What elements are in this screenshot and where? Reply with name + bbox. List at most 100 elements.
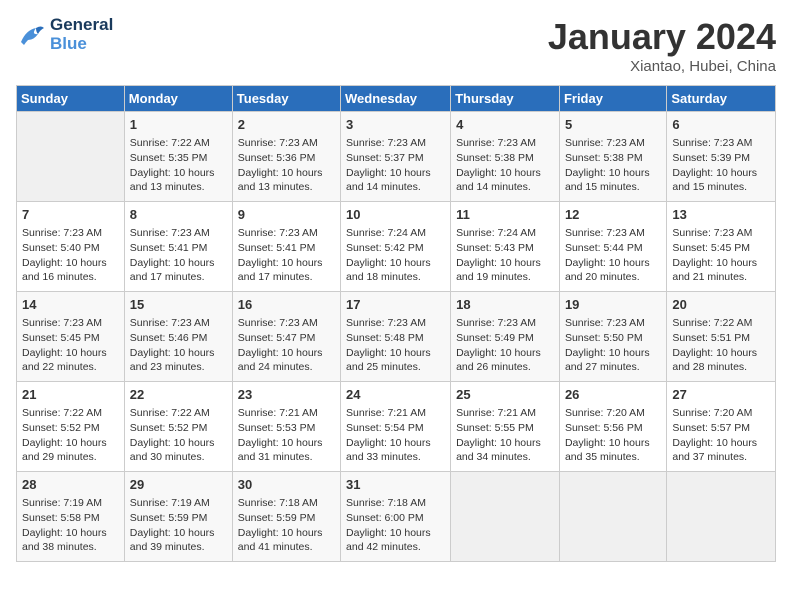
day-info: Sunrise: 7:23 AM Sunset: 5:39 PM Dayligh… [672,137,757,193]
day-number: 24 [346,386,445,404]
day-info: Sunrise: 7:22 AM Sunset: 5:51 PM Dayligh… [672,317,757,373]
day-info: Sunrise: 7:23 AM Sunset: 5:48 PM Dayligh… [346,317,431,373]
calendar-week-row: 21 Sunrise: 7:22 AM Sunset: 5:52 PM Dayli… [17,382,776,472]
day-info: Sunrise: 7:23 AM Sunset: 5:38 PM Dayligh… [456,137,541,193]
calendar-cell: 27 Sunrise: 7:20 AM Sunset: 5:57 PM Dayli… [667,382,776,472]
calendar-cell: 9 Sunrise: 7:23 AM Sunset: 5:41 PM Daylig… [232,202,340,292]
calendar-cell: 21 Sunrise: 7:22 AM Sunset: 5:52 PM Dayli… [17,382,125,472]
calendar-cell: 15 Sunrise: 7:23 AM Sunset: 5:46 PM Dayli… [124,292,232,382]
day-number: 31 [346,476,445,494]
day-info: Sunrise: 7:23 AM Sunset: 5:45 PM Dayligh… [672,227,757,283]
calendar-cell: 18 Sunrise: 7:23 AM Sunset: 5:49 PM Dayli… [451,292,560,382]
calendar-cell: 1 Sunrise: 7:22 AM Sunset: 5:35 PM Daylig… [124,112,232,202]
calendar-cell: 24 Sunrise: 7:21 AM Sunset: 5:54 PM Dayli… [341,382,451,472]
weekday-header: Sunday [17,86,125,112]
day-info: Sunrise: 7:23 AM Sunset: 5:38 PM Dayligh… [565,137,650,193]
calendar-cell: 12Sunrise: 7:23 AM Sunset: 5:44 PM Dayli… [559,202,666,292]
calendar-cell [559,472,666,562]
calendar-cell: 14Sunrise: 7:23 AM Sunset: 5:45 PM Dayli… [17,292,125,382]
day-info: Sunrise: 7:19 AM Sunset: 5:59 PM Dayligh… [130,497,215,553]
weekday-header: Thursday [451,86,560,112]
calendar-cell: 20 Sunrise: 7:22 AM Sunset: 5:51 PM Dayli… [667,292,776,382]
day-number: 18 [456,296,554,314]
day-number: 21 [22,386,119,404]
calendar-week-row: 1 Sunrise: 7:22 AM Sunset: 5:35 PM Daylig… [17,112,776,202]
day-number: 5 [565,116,661,134]
day-info: Sunrise: 7:23 AM Sunset: 5:50 PM Dayligh… [565,317,650,373]
day-number: 25 [456,386,554,404]
day-number: 30 [238,476,335,494]
day-number: 2 [238,116,335,134]
day-number: 20 [672,296,770,314]
calendar-cell [451,472,560,562]
day-number: 1 [130,116,227,134]
calendar-cell: 28 Sunrise: 7:19 AM Sunset: 5:58 PM Dayli… [17,472,125,562]
day-number: 27 [672,386,770,404]
day-number: 13 [672,206,770,224]
day-number: 28 [22,476,119,494]
calendar-cell: 4 Sunrise: 7:23 AM Sunset: 5:38 PM Daylig… [451,112,560,202]
day-info: Sunrise: 7:21 AM Sunset: 5:55 PM Dayligh… [456,407,541,463]
day-number: 23 [238,386,335,404]
logo: General Blue [16,16,113,53]
day-info: Sunrise: 7:21 AM Sunset: 5:53 PM Dayligh… [238,407,323,463]
calendar-cell: 5 Sunrise: 7:23 AM Sunset: 5:38 PM Daylig… [559,112,666,202]
calendar-week-row: 28 Sunrise: 7:19 AM Sunset: 5:58 PM Dayli… [17,472,776,562]
day-info: Sunrise: 7:23 AM Sunset: 5:40 PM Dayligh… [22,227,107,283]
calendar-cell: 25 Sunrise: 7:21 AM Sunset: 5:55 PM Dayli… [451,382,560,472]
day-info: Sunrise: 7:23 AM Sunset: 5:49 PM Dayligh… [456,317,541,373]
calendar-cell: 6 Sunrise: 7:23 AM Sunset: 5:39 PM Daylig… [667,112,776,202]
calendar-cell: 17 Sunrise: 7:23 AM Sunset: 5:48 PM Dayli… [341,292,451,382]
weekday-header: Wednesday [341,86,451,112]
page-header: General Blue January 2024 Xiantao, Hubei… [16,16,776,75]
day-info: Sunrise: 7:23 AM Sunset: 5:46 PM Dayligh… [130,317,215,373]
calendar-week-row: 7 Sunrise: 7:23 AM Sunset: 5:40 PM Daylig… [17,202,776,292]
logo-icon [16,20,46,50]
day-number: 15 [130,296,227,314]
calendar-cell: 31 Sunrise: 7:18 AM Sunset: 6:00 PM Dayli… [341,472,451,562]
day-info: Sunrise: 7:19 AM Sunset: 5:58 PM Dayligh… [22,497,107,553]
day-number: 4 [456,116,554,134]
day-number: 17 [346,296,445,314]
calendar-cell: 10Sunrise: 7:24 AM Sunset: 5:42 PM Dayli… [341,202,451,292]
day-number: 16 [238,296,335,314]
day-number: 6 [672,116,770,134]
day-info: Sunrise: 7:24 AM Sunset: 5:43 PM Dayligh… [456,227,541,283]
calendar-cell: 23 Sunrise: 7:21 AM Sunset: 5:53 PM Dayli… [232,382,340,472]
day-number: 22 [130,386,227,404]
day-info: Sunrise: 7:23 AM Sunset: 5:41 PM Dayligh… [238,227,323,283]
day-info: Sunrise: 7:22 AM Sunset: 5:35 PM Dayligh… [130,137,215,193]
weekday-header: Monday [124,86,232,112]
weekday-header: Saturday [667,86,776,112]
day-number: 3 [346,116,445,134]
calendar-cell: 16Sunrise: 7:23 AM Sunset: 5:47 PM Dayli… [232,292,340,382]
day-info: Sunrise: 7:23 AM Sunset: 5:36 PM Dayligh… [238,137,323,193]
calendar-cell: 19Sunrise: 7:23 AM Sunset: 5:50 PM Dayli… [559,292,666,382]
day-info: Sunrise: 7:21 AM Sunset: 5:54 PM Dayligh… [346,407,431,463]
calendar-cell: 2 Sunrise: 7:23 AM Sunset: 5:36 PM Daylig… [232,112,340,202]
calendar-header: SundayMondayTuesdayWednesdayThursdayFrid… [17,86,776,112]
month-title: January 2024 [548,16,776,58]
calendar-table: SundayMondayTuesdayWednesdayThursdayFrid… [16,85,776,562]
calendar-cell: 3Sunrise: 7:23 AM Sunset: 5:37 PM Daylig… [341,112,451,202]
calendar-cell: 8 Sunrise: 7:23 AM Sunset: 5:41 PM Daylig… [124,202,232,292]
day-info: Sunrise: 7:18 AM Sunset: 5:59 PM Dayligh… [238,497,323,553]
calendar-cell: 22Sunrise: 7:22 AM Sunset: 5:52 PM Dayli… [124,382,232,472]
calendar-cell: 7 Sunrise: 7:23 AM Sunset: 5:40 PM Daylig… [17,202,125,292]
calendar-body: 1 Sunrise: 7:22 AM Sunset: 5:35 PM Daylig… [17,112,776,562]
location: Xiantao, Hubei, China [548,58,776,75]
day-number: 11 [456,206,554,224]
day-info: Sunrise: 7:20 AM Sunset: 5:57 PM Dayligh… [672,407,757,463]
day-info: Sunrise: 7:18 AM Sunset: 6:00 PM Dayligh… [346,497,431,553]
day-info: Sunrise: 7:23 AM Sunset: 5:45 PM Dayligh… [22,317,107,373]
calendar-week-row: 14Sunrise: 7:23 AM Sunset: 5:45 PM Dayli… [17,292,776,382]
day-info: Sunrise: 7:22 AM Sunset: 5:52 PM Dayligh… [22,407,107,463]
day-number: 9 [238,206,335,224]
day-number: 8 [130,206,227,224]
day-number: 29 [130,476,227,494]
day-number: 12 [565,206,661,224]
calendar-cell: 29 Sunrise: 7:19 AM Sunset: 5:59 PM Dayli… [124,472,232,562]
day-number: 10 [346,206,445,224]
day-number: 7 [22,206,119,224]
day-info: Sunrise: 7:23 AM Sunset: 5:41 PM Dayligh… [130,227,215,283]
